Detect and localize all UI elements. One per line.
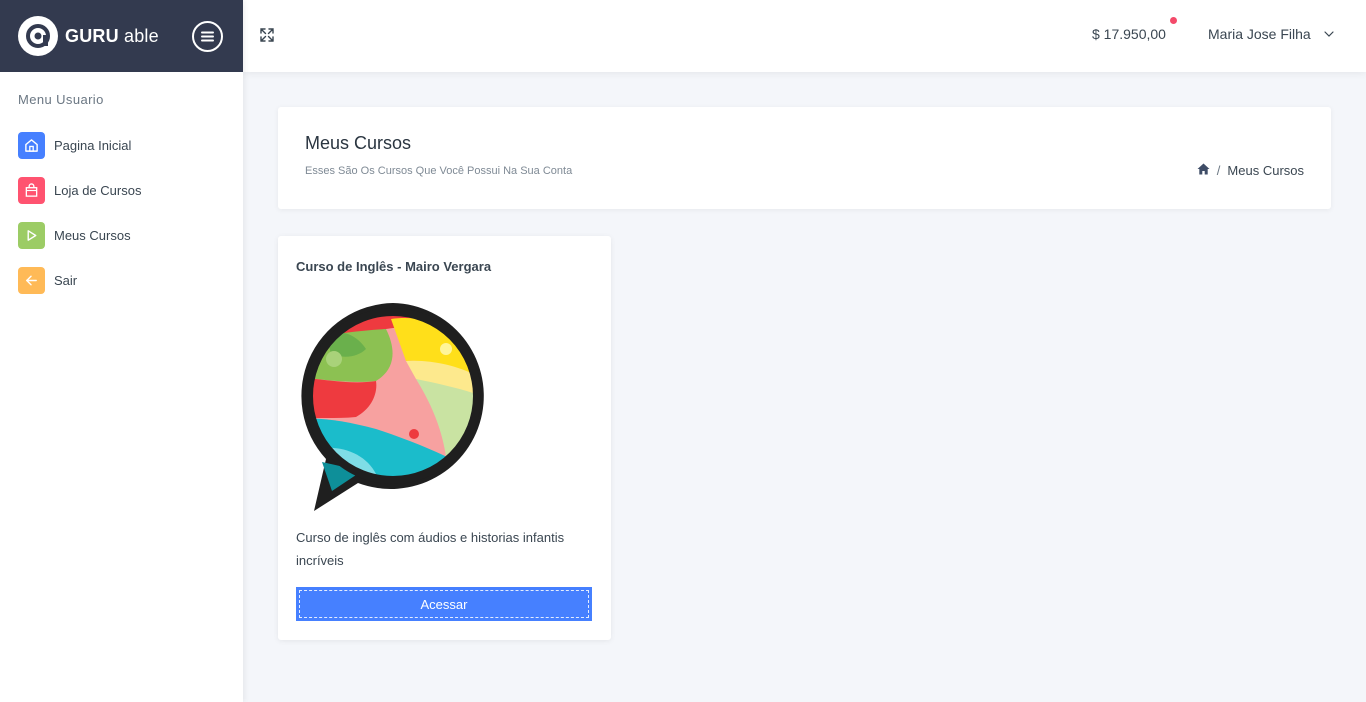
fullscreen-button[interactable]: [259, 27, 277, 45]
course-title: Curso de Inglês - Mairo Vergara: [296, 259, 492, 274]
course-description: Curso de inglês com áudios e historias i…: [296, 530, 565, 568]
brand-bar: GURU able: [0, 0, 243, 72]
access-course-button[interactable]: Acessar: [296, 587, 592, 621]
sidebar-item-meus-cursos[interactable]: Meus Cursos: [0, 213, 243, 258]
arrow-left-icon: [18, 267, 45, 294]
breadcrumb-separator: /: [1216, 163, 1221, 178]
shopping-bag-icon: [18, 177, 45, 204]
chevron-down-icon: [1324, 31, 1334, 37]
play-icon: [18, 222, 45, 249]
sidebar-item-label: Loja de Cursos: [54, 183, 142, 198]
sidebar-item-label: Pagina Inicial: [54, 138, 132, 153]
sidebar-item-pagina-inicial[interactable]: Pagina Inicial: [0, 123, 243, 168]
sidebar-item-sair[interactable]: Sair: [0, 258, 243, 303]
user-name: Maria Jose Filha: [1208, 26, 1311, 42]
sidebar: GURU able Menu Usuario Pagina Inicial Lo…: [0, 0, 243, 702]
sidebar-nav: Pagina Inicial Loja de Cursos Meus Curso…: [0, 123, 243, 303]
logo-icon[interactable]: [18, 16, 58, 56]
course-card: Curso de Inglês - Mairo Vergara Curso de…: [278, 236, 611, 640]
brand-name: GURU able: [65, 26, 159, 47]
breadcrumb-home-icon[interactable]: [1197, 163, 1210, 178]
breadcrumb-current: Meus Cursos: [1227, 163, 1304, 178]
home-icon: [18, 132, 45, 159]
brand-name-bold: GURU: [65, 25, 119, 46]
user-menu-button[interactable]: Maria Jose Filha: [1208, 26, 1334, 42]
breadcrumb: / Meus Cursos: [1197, 163, 1304, 178]
page-header-card: Meus Cursos Esses São Os Cursos Que Você…: [278, 107, 1331, 209]
course-image: [301, 303, 484, 511]
sidebar-item-label: Meus Cursos: [54, 228, 131, 243]
page-title: Meus Cursos: [305, 133, 412, 153]
account-balance[interactable]: $ 17.950,00: [1092, 26, 1166, 42]
maximize-icon: [260, 28, 274, 42]
page-subtitle: Esses São Os Cursos Que Você Possui Na S…: [305, 165, 573, 177]
hamburger-icon: [201, 31, 214, 42]
notification-dot: [1170, 17, 1177, 24]
brand-name-light: able: [124, 25, 159, 46]
menu-caption: Menu Usuario: [18, 92, 104, 107]
sidebar-item-label: Sair: [54, 273, 78, 288]
menu-toggle-button[interactable]: [192, 21, 223, 52]
sidebar-item-loja-de-cursos[interactable]: Loja de Cursos: [0, 168, 243, 213]
top-header: $ 17.950,00 Maria Jose Filha: [243, 0, 1366, 72]
